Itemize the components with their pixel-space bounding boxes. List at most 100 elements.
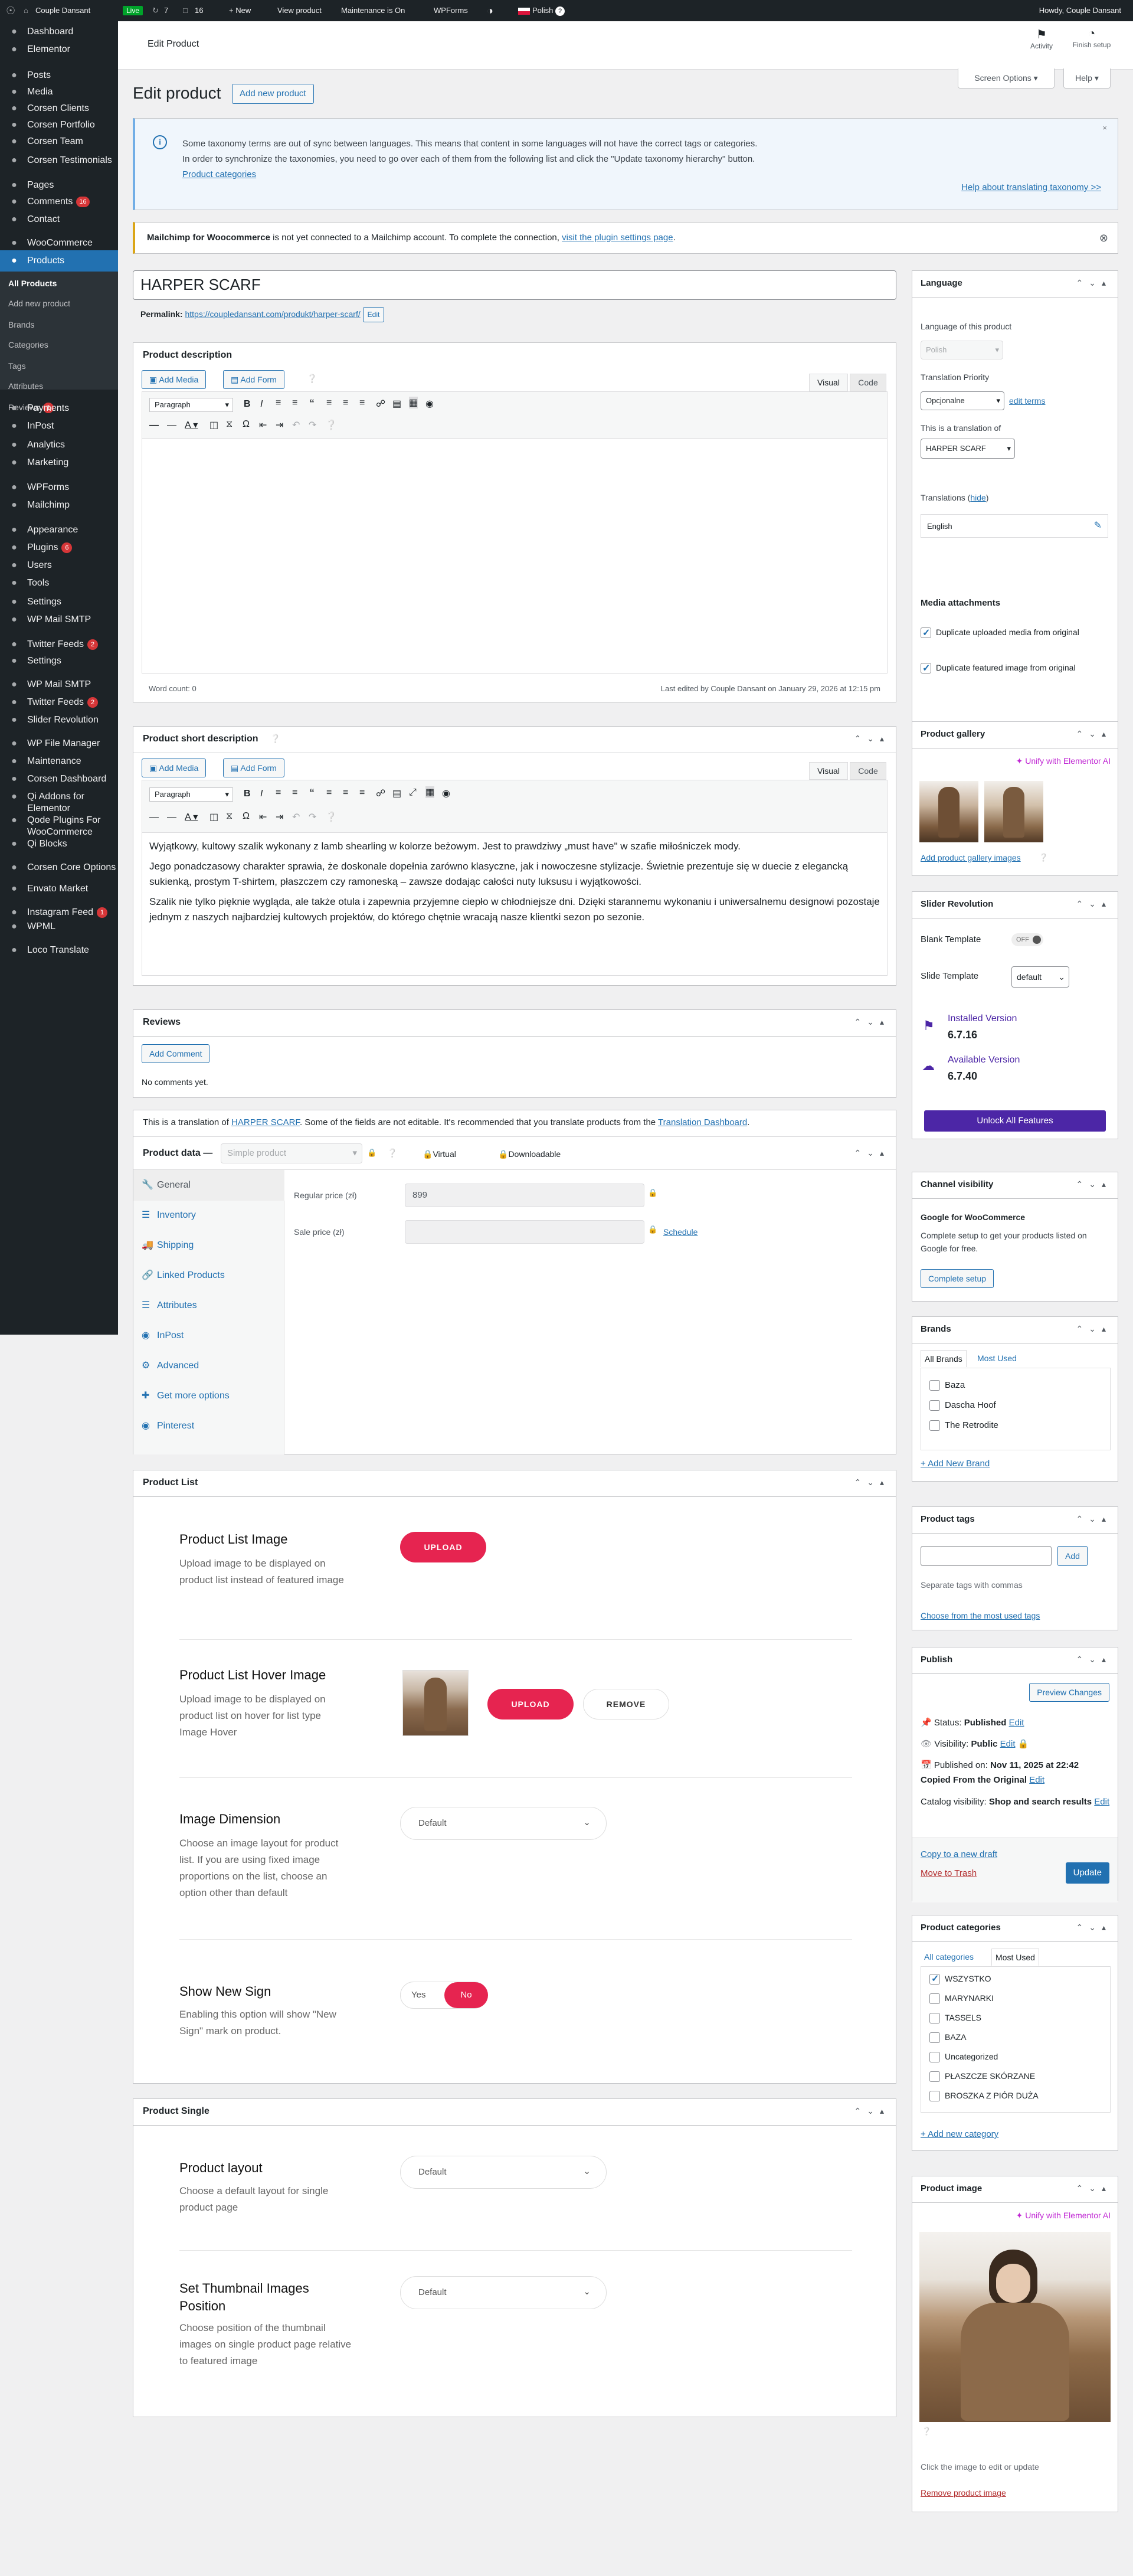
sidebar-item-31[interactable]: ● Maintenance [0,753,118,770]
text-color-icon[interactable]: A ▾ [185,811,198,823]
add-tag-button[interactable]: Add [1057,1546,1088,1566]
sidebar-item-40[interactable]: ● Loco Translate [0,942,118,959]
update-button[interactable]: Update [1065,1862,1109,1884]
product-data-tab-3[interactable]: 🔗 Linked Products [133,1260,284,1291]
category-option[interactable]: BAZA [929,2032,967,2044]
wordpress-logo-icon[interactable]: ☉ [6,0,15,21]
sidebar-item-25[interactable]: ● Twitter Feeds 2 [0,636,118,653]
product-data-tab-8[interactable]: ◉ Pinterest [133,1411,284,1441]
italic-icon[interactable]: I [260,789,263,799]
product-layout-select[interactable]: Default ⌄ [400,2156,607,2189]
sidebar-item-39[interactable]: ● WPML [0,918,118,935]
submenu-item-0[interactable]: All Products [8,279,57,288]
brand-option[interactable]: Dascha Hoof [929,1400,996,1411]
downloadable-checkbox[interactable]: 🔒Downloadable [498,1149,561,1159]
slide-template-select[interactable]: default ⌄ [1011,966,1069,988]
hide-translations-link[interactable]: hide [970,493,985,502]
thumbnail-position-select[interactable]: Default ⌄ [400,2276,607,2309]
align-center-icon[interactable]: ≡ [343,787,348,798]
align-center-icon[interactable]: ≡ [343,398,348,408]
duplicate-media-option[interactable]: Duplicate uploaded media from original [921,625,1109,640]
sidebar-item-13[interactable]: ● Payments [0,400,118,417]
new-content-link[interactable]: + New [229,0,251,21]
add-form-button[interactable]: ▤ Add Form [223,759,284,777]
bold-icon[interactable]: B [244,789,251,799]
product-data-tab-7[interactable]: ✚ Get more options [133,1381,284,1411]
mailchimp-settings-link[interactable]: visit the plugin settings page [562,233,673,243]
sidebar-item-35[interactable]: ● Qi Blocks [0,836,118,852]
help-toggle[interactable]: Help ▾ [1063,68,1111,89]
finish-setup-button[interactable]: ◔ Finish setup [1068,27,1115,49]
blank-template-toggle[interactable]: OFF [1011,933,1043,946]
permalink-edit-button[interactable]: Edit [362,307,385,322]
panel-controls[interactable]: ⌃⌄▴ [1076,1179,1112,1189]
toolbar-toggle-icon[interactable]: ▦ [425,786,435,798]
submenu-item-4[interactable]: Tags [8,361,26,371]
add-gallery-images-link[interactable]: Add product gallery images [921,853,1021,862]
short-description-editor[interactable]: Wyjątkowy, kultowy szalik wykonany z lam… [142,833,888,976]
sidebar-item-22[interactable]: ● Tools [0,575,118,591]
remove-product-image-link[interactable]: Remove product image [921,2488,1006,2497]
comments-count[interactable]: 16 [195,0,203,21]
updates-count[interactable]: 7 [164,0,168,21]
link-icon[interactable]: ☍ [376,787,385,799]
clear-format-icon[interactable]: ⧖ [226,419,233,430]
sidebar-item-34[interactable]: ● Qode Plugins For WooCommerce [0,812,118,837]
language-select[interactable]: Polish ▾ [921,341,1003,359]
move-to-trash-link[interactable]: Move to Trash [921,1868,977,1878]
category-option[interactable]: BROSZKA Z PIÓR DUŻA [929,2091,1039,2102]
brand-option[interactable]: The Retrodite [929,1420,998,1431]
brand-option[interactable]: Baza [929,1380,965,1391]
screen-options-toggle[interactable]: Screen Options ▾ [958,68,1055,89]
product-categories-link[interactable]: Product categories [182,167,757,182]
sidebar-item-3[interactable]: ● Media [0,84,118,100]
help-icon[interactable]: ❔ [1039,853,1048,862]
sidebar-item-20[interactable]: ● Plugins 6 [0,540,118,556]
updates-icon[interactable]: ↻ [152,0,159,21]
sidebar-item-18[interactable]: ● Mailchimp [0,497,118,514]
sidebar-item-5[interactable]: ● Corsen Portfolio [0,117,118,133]
sidebar-item-16[interactable]: ● Marketing [0,455,118,471]
panel-controls[interactable]: ⌃⌄▴ [1076,278,1112,288]
sidebar-item-21[interactable]: ● Users [0,557,118,574]
gallery-image-2[interactable] [984,781,1043,842]
panel-controls[interactable]: ⌃⌄▴ [1076,1655,1112,1665]
panel-controls[interactable]: ⌃⌄▴ [854,1477,890,1488]
edit-catalog-link[interactable]: Edit [1094,1797,1109,1807]
all-brands-tab[interactable]: All Brands [921,1350,967,1367]
product-data-tab-6[interactable]: ⚙ Advanced [133,1351,284,1381]
wpml-icon[interactable]: ◑ [487,0,493,21]
help-icon[interactable]: ❔ [307,374,317,384]
product-data-tab-2[interactable]: 🚚 Shipping [133,1230,284,1261]
new-sign-toggle[interactable]: Yes No [400,1982,488,2009]
bullet-list-icon[interactable]: ≡ [276,787,281,798]
all-categories-tab[interactable]: All categories [924,1952,974,1962]
sidebar-item-1[interactable]: ● Elementor [0,41,118,58]
product-data-tab-4[interactable]: ☰ Attributes [133,1290,284,1321]
view-product-link[interactable]: View product [277,0,322,21]
help-icon[interactable]: ❔ [270,734,280,744]
visual-tab[interactable]: Visual [809,762,848,780]
add-comment-button[interactable]: Add Comment [142,1044,210,1063]
panel-controls[interactable]: ⌃⌄▴ [854,1017,890,1027]
keyboard-help-icon[interactable]: ❔ [325,811,337,823]
category-option[interactable]: Uncategorized [929,2052,998,2063]
more-tag-icon[interactable]: ▤ [392,398,401,410]
fullscreen-icon[interactable]: ⤢ [409,787,417,798]
add-media-button[interactable]: ▣ Add Media [142,370,207,389]
complete-setup-button[interactable]: Complete setup [921,1269,994,1288]
toolbar-toggle-icon[interactable]: ▦ [409,397,418,408]
add-brand-link[interactable]: + Add New Brand [921,1459,990,1469]
keyboard-help-icon[interactable]: ❔ [325,419,337,431]
sidebar-item-7[interactable]: ● Corsen Testimonials [0,152,118,175]
code-tab[interactable]: Code [850,374,886,391]
help-taxonomy-link[interactable]: Help about translating taxonomy >> [961,182,1101,192]
horizontal-line-icon[interactable]: — [167,420,176,431]
language-switcher[interactable]: Polish ? [518,0,565,21]
comments-icon[interactable]: □ [183,0,188,21]
submenu-item-5[interactable]: Attributes [8,381,43,391]
schedule-link[interactable]: Schedule [663,1227,698,1237]
sidebar-item-24[interactable]: ● WP Mail SMTP [0,612,118,628]
submenu-item-3[interactable]: Categories [8,340,48,349]
strikethrough-icon[interactable]: — [149,812,159,823]
